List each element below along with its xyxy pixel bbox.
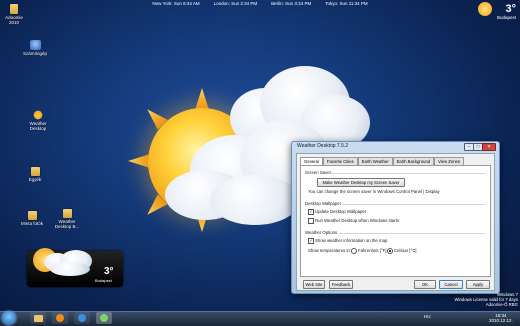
divider [339,233,485,234]
make-screensaver-button[interactable]: Make Weather Desktop my Screen Saver [317,178,405,187]
gadget-city: Budapest [95,278,112,283]
run-on-start-checkbox[interactable] [308,218,314,224]
dialog-title: Weather Desktop 7.5.2 [297,143,349,149]
tray-date: 2010.12.12. [489,318,513,323]
cancel-button[interactable]: Cancel [439,280,463,289]
celsius-label: Celsius [°C] [394,248,417,253]
tab-favorite-cities[interactable]: Favorite Cities [322,157,358,165]
screen-saver-note: You can change the screen saver in Windo… [308,189,440,194]
ok-button[interactable]: OK [414,280,436,289]
tab-earth-background[interactable]: Earth Background [392,157,435,165]
start-button[interactable] [2,311,16,325]
gadget-cloud-icon [0,0,92,276]
screen-saver-header: Screen Saver [305,170,332,175]
temperature-unit-label: Show temperatures in: [308,248,351,253]
taskbar-internet-explorer-icon[interactable] [74,312,90,324]
fahrenheit-radio[interactable] [351,248,357,254]
tab-strip: General Favorite Cities Earth Weather Ea… [300,157,464,166]
apply-button[interactable]: Apply [466,280,490,289]
wallpaper-header: Desktop Wallpaper [305,201,342,206]
weather-desktop-dialog: Weather Desktop 7.5.2 – □ ✕ General Favo… [291,141,500,294]
general-panel: Screen Saver Make Weather Desktop my Scr… [300,165,491,277]
update-wallpaper-label: Update Desktop Wallpaper [315,209,367,214]
taskbar-weather-desktop-icon[interactable] [96,312,112,324]
gadget-temperature: 3° [104,266,114,277]
feedback-button[interactable]: Feedback [329,280,353,289]
run-on-start-label: Run Weather Desktop when Windows starts [315,218,399,223]
dialog-client: General Favorite Cities Earth Weather Ea… [296,153,495,291]
taskbar-media-player-icon[interactable] [52,312,68,324]
divider [331,173,485,174]
tray-clock[interactable]: 15:34 2010.12.12. [489,313,513,323]
show-on-map-checkbox[interactable]: ✓ [308,238,314,244]
fahrenheit-label: Fahrenheit [°F] [358,248,387,253]
weather-options-header: Weather Options [305,230,338,235]
watermark-build: Adoomie-Ő RBG [485,302,518,307]
dialog-titlebar[interactable]: Weather Desktop 7.5.2 – □ ✕ [292,142,499,151]
update-wallpaper-checkbox[interactable]: ✓ [308,209,314,215]
website-button[interactable]: Web Site [303,280,325,289]
show-on-map-label: Show weather information on the map [315,238,388,243]
tab-earth-weather[interactable]: Earth Weather [357,157,393,165]
divider [343,204,485,205]
close-button[interactable]: ✕ [482,143,496,151]
celsius-radio[interactable] [387,248,393,254]
tab-view-zones[interactable]: View Zones [434,157,464,165]
language-indicator[interactable]: HU [424,314,431,319]
taskbar-explorer-icon[interactable] [30,312,46,324]
